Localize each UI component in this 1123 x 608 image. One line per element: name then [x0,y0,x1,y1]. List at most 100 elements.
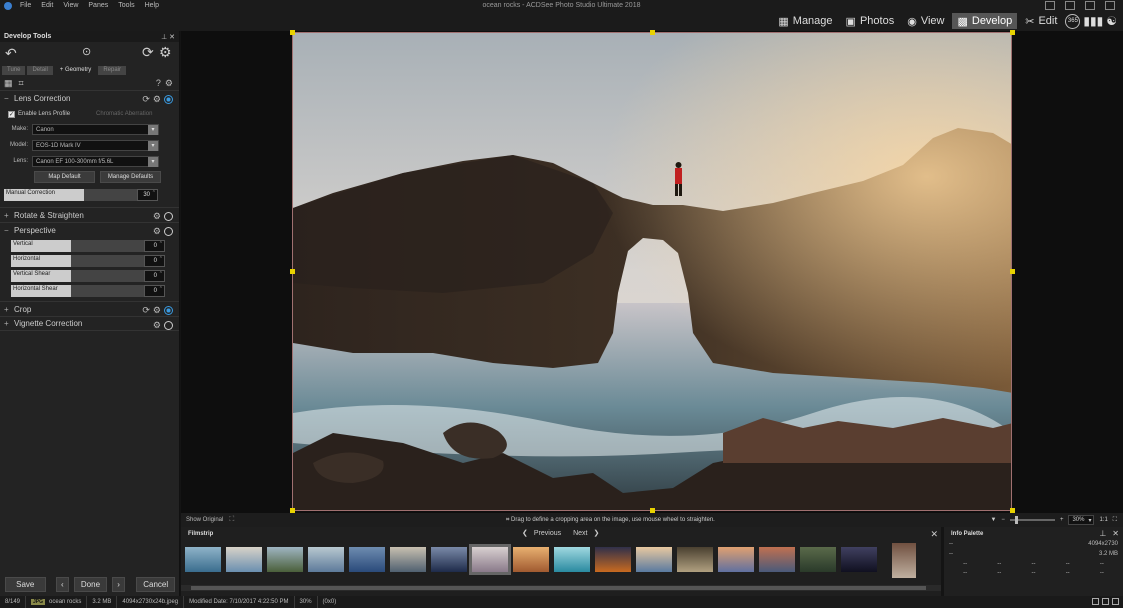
edit-mode-icon[interactable] [1102,598,1109,605]
section-gear-icon[interactable]: ⚙ [153,305,161,316]
previous-arrow-icon[interactable]: ❮ [522,529,528,537]
horizontal-shear-slider[interactable]: Horizontal Shear [11,285,144,297]
expand-icon[interactable]: + [4,305,10,314]
section-gear-icon[interactable]: ⚙ [153,94,161,105]
model-select[interactable]: EOS-1D Mark IV ▾ [32,140,159,151]
pin-icon[interactable]: ⊥ [1099,529,1106,538]
layout-icon[interactable] [1045,1,1055,10]
mode-edit-button[interactable]: ✂ Edit [1020,13,1062,29]
chromatic-aberration-label[interactable]: Chromatic Aberration [96,111,152,117]
filmstrip-previous-button[interactable]: Previous [534,530,561,537]
section-perspective[interactable]: − Perspective ⚙ [0,222,179,237]
crop-handle-top-left[interactable] [290,30,295,35]
settings-gear-icon[interactable]: ⚙ [159,44,172,61]
photo-ocean-rocks[interactable] [292,32,1012,511]
filmstrip-thumbnail[interactable] [431,547,467,572]
scrollbar-thumb[interactable] [191,586,926,590]
filmstrip-thumbnail[interactable] [267,547,303,572]
filmstrip-thumbnail[interactable] [800,547,836,572]
manual-correction-input[interactable]: 30 [137,189,158,201]
minimize-icon[interactable] [1065,1,1075,10]
section-toggle-icon[interactable] [164,321,173,330]
map-default-button[interactable]: Map Default [34,171,95,183]
fit-icon[interactable]: ⛶ [1113,517,1117,524]
filmstrip-thumbnail[interactable] [308,547,344,572]
collapse-icon[interactable]: − [4,226,10,235]
vertical-slider[interactable]: Vertical [11,240,144,252]
next-image-icon[interactable]: › [112,577,126,592]
make-select[interactable]: Canon ▾ [32,124,159,135]
reset-icon[interactable]: ⟳ [142,44,154,61]
vertical-shear-slider[interactable]: Vertical Shear [11,270,144,282]
horizontal-input[interactable]: 0 [144,255,165,267]
grid-overlay-icon[interactable]: ▦ [4,78,13,89]
close-icon[interactable]: ✕ [1112,529,1119,538]
section-gear-icon[interactable]: ⚙ [153,226,161,237]
filmstrip-thumbnail[interactable] [718,547,754,572]
filmstrip-next-button[interactable]: Next [573,530,587,537]
zoom-in-icon[interactable]: + [1060,517,1064,523]
crop-tool-icon[interactable]: ⌗ [19,78,24,89]
filmstrip-thumbnail[interactable] [595,547,631,572]
section-lens-correction[interactable]: − Lens Correction ⟳ ⚙ [0,90,179,105]
section-toggle-icon[interactable] [164,227,173,236]
close-icon[interactable]: ✕ [930,529,938,540]
filmstrip-thumbnail[interactable] [554,547,590,572]
close-window-icon[interactable] [1105,1,1115,10]
filmstrip-thumbnail[interactable] [472,547,508,572]
mode-manage-button[interactable]: ▦ Manage [773,13,837,29]
tab-tune[interactable]: Tune [2,66,25,75]
filmstrip-thumbnail[interactable] [677,547,713,572]
previous-image-icon[interactable]: ‹ [56,577,70,592]
vertical-input[interactable]: 0 [144,240,165,252]
filmstrip-thumbnail[interactable] [513,547,549,572]
lens-select[interactable]: Canon EF 100-300mm f/5.6L ▾ [32,156,159,167]
section-rotate-straighten[interactable]: + Rotate & Straighten ⚙ [0,207,179,222]
show-original-button[interactable]: Show Original [186,517,223,523]
next-arrow-icon[interactable]: ❯ [594,529,600,537]
filmstrip-thumbnail[interactable] [390,547,426,572]
filmstrip-thumbnail[interactable] [185,547,221,572]
luminance-icon[interactable]: ☯ [1106,14,1117,28]
section-reset-icon[interactable]: ⟳ [142,305,150,316]
restore-icon[interactable] [1085,1,1095,10]
layout-mode-icon[interactable] [1112,598,1119,605]
expand-icon[interactable]: + [4,211,10,220]
mode-view-button[interactable]: ◉ View [902,13,949,29]
horizontal-shear-input[interactable]: 0 [144,285,165,297]
section-gear-icon[interactable]: ⚙ [153,211,161,222]
section-gear-icon[interactable]: ⚙ [153,320,161,331]
manual-correction-slider[interactable]: Manual Correction [4,189,137,201]
filmstrip-thumbnail[interactable] [636,547,672,572]
view-mode-icon[interactable] [1092,598,1099,605]
filmstrip-thumbnail[interactable] [226,547,262,572]
focus-icon[interactable]: ⊙ [82,45,91,58]
zoom-out-icon[interactable]: − [1001,517,1005,523]
zoom-slider[interactable] [1010,519,1055,521]
crop-handle-right[interactable] [1010,269,1015,274]
filmstrip-thumbnail[interactable] [349,547,385,572]
pin-icon[interactable]: ⊥ ✕ [161,33,175,41]
zoom-menu-icon[interactable]: ▼ [990,517,996,523]
mode-photos-button[interactable]: ▣ Photos [841,13,900,29]
section-toggle-icon[interactable] [164,212,173,221]
profile-365-icon[interactable]: 365 [1065,14,1080,29]
enable-lens-profile-checkbox[interactable]: ✓ [8,111,15,118]
mode-develop-button[interactable]: ▩ Develop [952,13,1017,29]
image-canvas[interactable] [181,31,1123,513]
undo-icon[interactable]: ↶ [5,45,17,62]
section-toggle-icon[interactable] [164,95,173,104]
horizontal-slider[interactable]: Horizontal [11,255,144,267]
vertical-shear-input[interactable]: 0 [144,270,165,282]
filmstrip-thumbnail[interactable] [841,547,877,572]
section-crop[interactable]: + Crop ⟳ ⚙ [0,301,179,316]
save-button[interactable]: Save [5,577,46,592]
cancel-button[interactable]: Cancel [136,577,175,592]
tab-repair[interactable]: Repair [98,66,126,75]
actual-size-button[interactable]: 1:1 [1099,517,1107,523]
tab-geometry[interactable]: + Geometry [55,66,97,75]
crop-handle-top-right[interactable] [1010,30,1015,35]
section-reset-icon[interactable]: ⟳ [142,94,150,105]
crop-handle-top[interactable] [650,30,655,35]
fullscreen-icon[interactable]: ⛶ [229,516,234,524]
